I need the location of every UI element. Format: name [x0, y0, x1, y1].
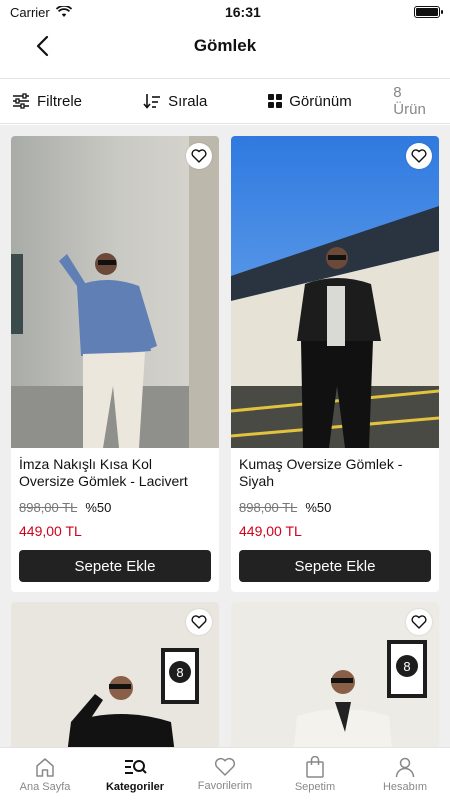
price-row: 898,00 TL %50 [19, 500, 211, 515]
nav-home-label: Ana Sayfa [19, 780, 71, 793]
grid-view-icon [268, 94, 283, 108]
nav-favorites-label: Favorilerim [197, 779, 253, 792]
filter-button[interactable]: Filtrele [12, 93, 131, 110]
carrier-label: Carrier [10, 4, 50, 20]
category-search-icon [125, 759, 147, 774]
wifi-icon [55, 6, 72, 17]
product-card[interactable]: Kumaş Oversize Gömlek - Siyah 898,00 TL … [231, 136, 439, 592]
nav-account-label: Hesabım [382, 780, 428, 793]
product-image[interactable]: 8 [11, 602, 219, 747]
product-card[interactable]: 8 [11, 602, 219, 747]
nav-favorites[interactable]: Favorilerim [180, 748, 270, 800]
clock: 16:31 [224, 4, 261, 20]
product-image[interactable] [231, 136, 439, 448]
sort-button[interactable]: Sırala [143, 93, 262, 110]
product-card[interactable]: İmza Nakışlı Kısa Kol Oversize Gömlek - … [11, 136, 219, 592]
heart-icon [214, 757, 236, 776]
battery-icon [413, 6, 443, 18]
old-price: 898,00 TL [19, 500, 78, 515]
page-header: Gömlek [0, 24, 450, 68]
current-price: 449,00 TL [239, 523, 302, 539]
heart-icon [191, 615, 207, 629]
filter-toolbar: Filtrele Sırala Görünüm 8 Ürün [0, 78, 450, 124]
add-to-cart-button[interactable]: Sepete Ekle [239, 550, 431, 582]
favorite-button[interactable] [406, 143, 432, 169]
sliders-icon [13, 93, 29, 109]
home-icon [36, 757, 54, 777]
view-label: Görünüm [289, 92, 352, 110]
svg-text:8: 8 [176, 665, 183, 680]
product-grid: İmza Nakışlı Kısa Kol Oversize Gömlek - … [0, 125, 450, 747]
bag-icon [306, 755, 324, 778]
filter-label: Filtrele [37, 92, 83, 110]
chevron-left-icon [36, 35, 49, 57]
product-count: 8 Ürün [393, 84, 426, 118]
add-to-cart-button[interactable]: Sepete Ekle [19, 550, 211, 582]
product-name[interactable]: Kumaş Oversize Gömlek - Siyah [239, 456, 431, 490]
nav-home[interactable]: Ana Sayfa [0, 748, 90, 800]
discount-badge: %50 [305, 500, 332, 515]
status-left: Carrier [10, 5, 72, 20]
nav-cart[interactable]: Sepetim [270, 748, 360, 800]
price-row: 898,00 TL %50 [239, 500, 431, 515]
product-name[interactable]: İmza Nakışlı Kısa Kol Oversize Gömlek - … [19, 456, 211, 490]
product-card[interactable]: 8 [231, 602, 439, 747]
discount-badge: %50 [85, 500, 112, 515]
view-button[interactable]: Görünüm [262, 93, 393, 110]
user-icon [395, 757, 415, 777]
back-button[interactable] [28, 32, 56, 60]
status-bar: Carrier 16:31 [0, 0, 450, 24]
sort-label: Sırala [168, 92, 208, 110]
nav-categories[interactable]: Kategoriler [90, 748, 180, 800]
favorite-button[interactable] [406, 609, 432, 635]
page-title: Gömlek [193, 36, 257, 55]
product-info: Kumaş Oversize Gömlek - Siyah 898,00 TL … [231, 448, 439, 590]
product-image[interactable]: 8 [231, 602, 439, 747]
nav-cart-label: Sepetim [294, 780, 336, 793]
heart-icon [191, 149, 207, 163]
nav-categories-label: Kategoriler [105, 780, 165, 793]
product-image[interactable] [11, 136, 219, 448]
favorite-button[interactable] [186, 609, 212, 635]
product-info: İmza Nakışlı Kısa Kol Oversize Gömlek - … [11, 448, 219, 590]
old-price: 898,00 TL [239, 500, 298, 515]
bottom-nav: Ana Sayfa Kategoriler Favorilerim Sepeti… [0, 747, 450, 800]
heart-icon [411, 149, 427, 163]
current-price: 449,00 TL [19, 523, 82, 539]
favorite-button[interactable] [186, 143, 212, 169]
heart-icon [411, 615, 427, 629]
sort-icon [143, 94, 161, 109]
svg-text:8: 8 [403, 659, 410, 674]
nav-account[interactable]: Hesabım [360, 748, 450, 800]
